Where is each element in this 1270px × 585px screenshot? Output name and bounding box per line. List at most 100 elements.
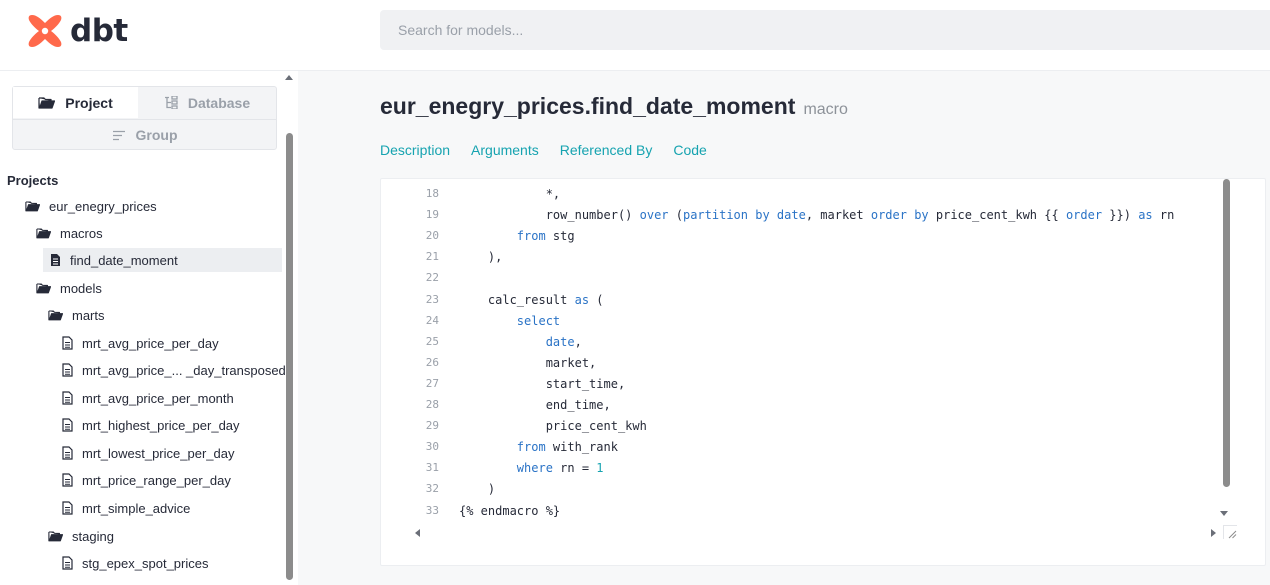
folder-open-icon bbox=[48, 310, 63, 321]
tree-node-label: macros bbox=[60, 225, 103, 241]
code-text: row_number() bbox=[459, 208, 640, 223]
code-line: 28 end_time, bbox=[381, 396, 1223, 414]
code-line: 30 from with_rank bbox=[381, 438, 1223, 456]
tree-folder[interactable]: eur_enegry_prices bbox=[25, 194, 157, 218]
code-text: ( bbox=[668, 208, 683, 223]
document-icon bbox=[62, 418, 73, 432]
tab-group[interactable]: Group bbox=[13, 119, 276, 150]
code-line: 27 start_time, bbox=[381, 375, 1223, 393]
scroll-up-arrow-icon[interactable] bbox=[285, 75, 293, 80]
code-text: price_cent_kwh {{ bbox=[928, 208, 1066, 223]
document-icon bbox=[62, 391, 73, 405]
dbt-logo[interactable]: dbt bbox=[26, 12, 128, 50]
code-line: 22 bbox=[381, 269, 1223, 287]
code-number: 1 bbox=[596, 461, 604, 476]
sidebar-scroll-thumb[interactable] bbox=[286, 133, 293, 580]
tree-file[interactable]: mrt_avg_price_per_day bbox=[62, 331, 219, 355]
code-viewer[interactable]: 18 *, 19 row_number() over (partition by … bbox=[381, 179, 1223, 525]
tree-node-label: mrt_simple_advice bbox=[82, 500, 191, 516]
scroll-left-arrow-icon[interactable] bbox=[415, 529, 420, 537]
tree-folder[interactable]: marts bbox=[48, 303, 105, 327]
tree-node-label: staging bbox=[72, 528, 114, 544]
code-text: with_rank bbox=[545, 440, 618, 455]
tree-folder[interactable]: macros bbox=[36, 221, 103, 245]
tree-file[interactable]: mrt_lowest_price_per_day bbox=[62, 441, 234, 465]
line-code: select bbox=[459, 312, 560, 330]
main-content: eur_enegry_prices.find_date_moment macro… bbox=[298, 71, 1270, 585]
code-text: market, bbox=[459, 355, 597, 370]
tree-file[interactable]: mrt_simple_advice bbox=[62, 496, 190, 520]
tree-folder[interactable]: models bbox=[36, 276, 102, 300]
line-number: 20 bbox=[425, 229, 439, 243]
line-code: price_cent_kwh bbox=[459, 417, 647, 435]
code-keyword: order bbox=[1065, 208, 1103, 223]
code-line: 32 ) bbox=[381, 480, 1223, 498]
document-icon bbox=[62, 473, 73, 487]
code-text: ), bbox=[459, 250, 503, 265]
scroll-right-arrow-icon[interactable] bbox=[1211, 529, 1216, 537]
code-keyword: from bbox=[516, 440, 546, 455]
tree-node-label: mrt_price_range_per_day bbox=[82, 472, 231, 488]
code-text: calc_result bbox=[459, 292, 575, 307]
tree-file[interactable]: mrt_price_range_per_day bbox=[62, 468, 231, 492]
tree-file[interactable]: mrt_avg_price_per_month bbox=[62, 386, 234, 410]
tree-file[interactable]: mrt_avg_price_... _day_transposed bbox=[62, 358, 286, 382]
line-code: calc_result as ( bbox=[459, 291, 604, 309]
folder-open-icon bbox=[48, 531, 63, 542]
line-code: from stg bbox=[459, 227, 575, 245]
code-vertical-scroll-thumb[interactable] bbox=[1223, 179, 1230, 487]
folder-open-icon bbox=[25, 201, 40, 212]
tab-project[interactable]: Project bbox=[13, 87, 138, 118]
code-keyword: as bbox=[574, 292, 590, 307]
tab-referenced-by[interactable]: Referenced By bbox=[560, 142, 653, 158]
code-line: 18 *, bbox=[381, 185, 1223, 203]
tab-database-label: Database bbox=[187, 94, 251, 111]
code-line: 26 market, bbox=[381, 354, 1223, 372]
folder-open-icon bbox=[38, 97, 56, 109]
tree-heading: Projects bbox=[7, 173, 59, 188]
line-number: 29 bbox=[425, 419, 439, 433]
line-code: *, bbox=[459, 185, 560, 203]
code-text: *, bbox=[459, 187, 561, 201]
tab-arguments[interactable]: Arguments bbox=[471, 142, 539, 158]
group-lines-icon bbox=[112, 130, 125, 140]
document-icon bbox=[62, 336, 73, 350]
view-switcher: Project Database Group bbox=[12, 86, 277, 150]
line-code: date, bbox=[459, 333, 582, 351]
section-tabs: Description Arguments Referenced By Code bbox=[380, 142, 728, 158]
tab-code[interactable]: Code bbox=[673, 142, 706, 158]
tree-node-label: stg_epex_spot_prices bbox=[82, 555, 209, 571]
code-line: 25 date, bbox=[381, 333, 1223, 351]
code-keyword: where bbox=[516, 461, 553, 476]
page-heading: eur_enegry_prices.find_date_moment macro bbox=[380, 93, 848, 120]
line-code: market, bbox=[459, 354, 597, 372]
tree-file[interactable]: stg_epex_spot_prices bbox=[62, 551, 208, 575]
tree-node-label: find_date_moment bbox=[70, 252, 178, 268]
line-code: from with_rank bbox=[459, 438, 618, 456]
search-input[interactable] bbox=[380, 10, 1270, 50]
tab-description[interactable]: Description bbox=[380, 142, 450, 158]
line-number: 33 bbox=[425, 503, 439, 517]
resize-grip-icon[interactable] bbox=[1223, 525, 1237, 539]
tree-folder[interactable]: staging bbox=[48, 524, 114, 548]
tab-project-label: Project bbox=[65, 94, 113, 111]
tree-file[interactable]: mrt_highest_price_per_day bbox=[62, 413, 240, 437]
code-horizontal-scrollbar[interactable] bbox=[411, 525, 1216, 543]
database-tree-icon bbox=[164, 96, 178, 109]
line-number: 28 bbox=[425, 398, 439, 411]
line-number: 24 bbox=[425, 313, 439, 327]
top-header: dbt bbox=[0, 0, 1270, 71]
code-text: end_time, bbox=[459, 398, 611, 412]
tab-database[interactable]: Database bbox=[138, 87, 276, 118]
tree-node-label: mrt_avg_price_per_day bbox=[82, 335, 219, 351]
line-number: 26 bbox=[425, 355, 439, 369]
scroll-down-arrow-icon[interactable] bbox=[1220, 511, 1228, 516]
line-code: start_time, bbox=[459, 375, 625, 393]
code-text: ( bbox=[589, 292, 604, 307]
tree-file-selected[interactable]: find_date_moment bbox=[43, 248, 282, 272]
code-keyword: as bbox=[1138, 208, 1153, 223]
line-code: row_number() over (partition by date, ma… bbox=[459, 206, 1175, 224]
